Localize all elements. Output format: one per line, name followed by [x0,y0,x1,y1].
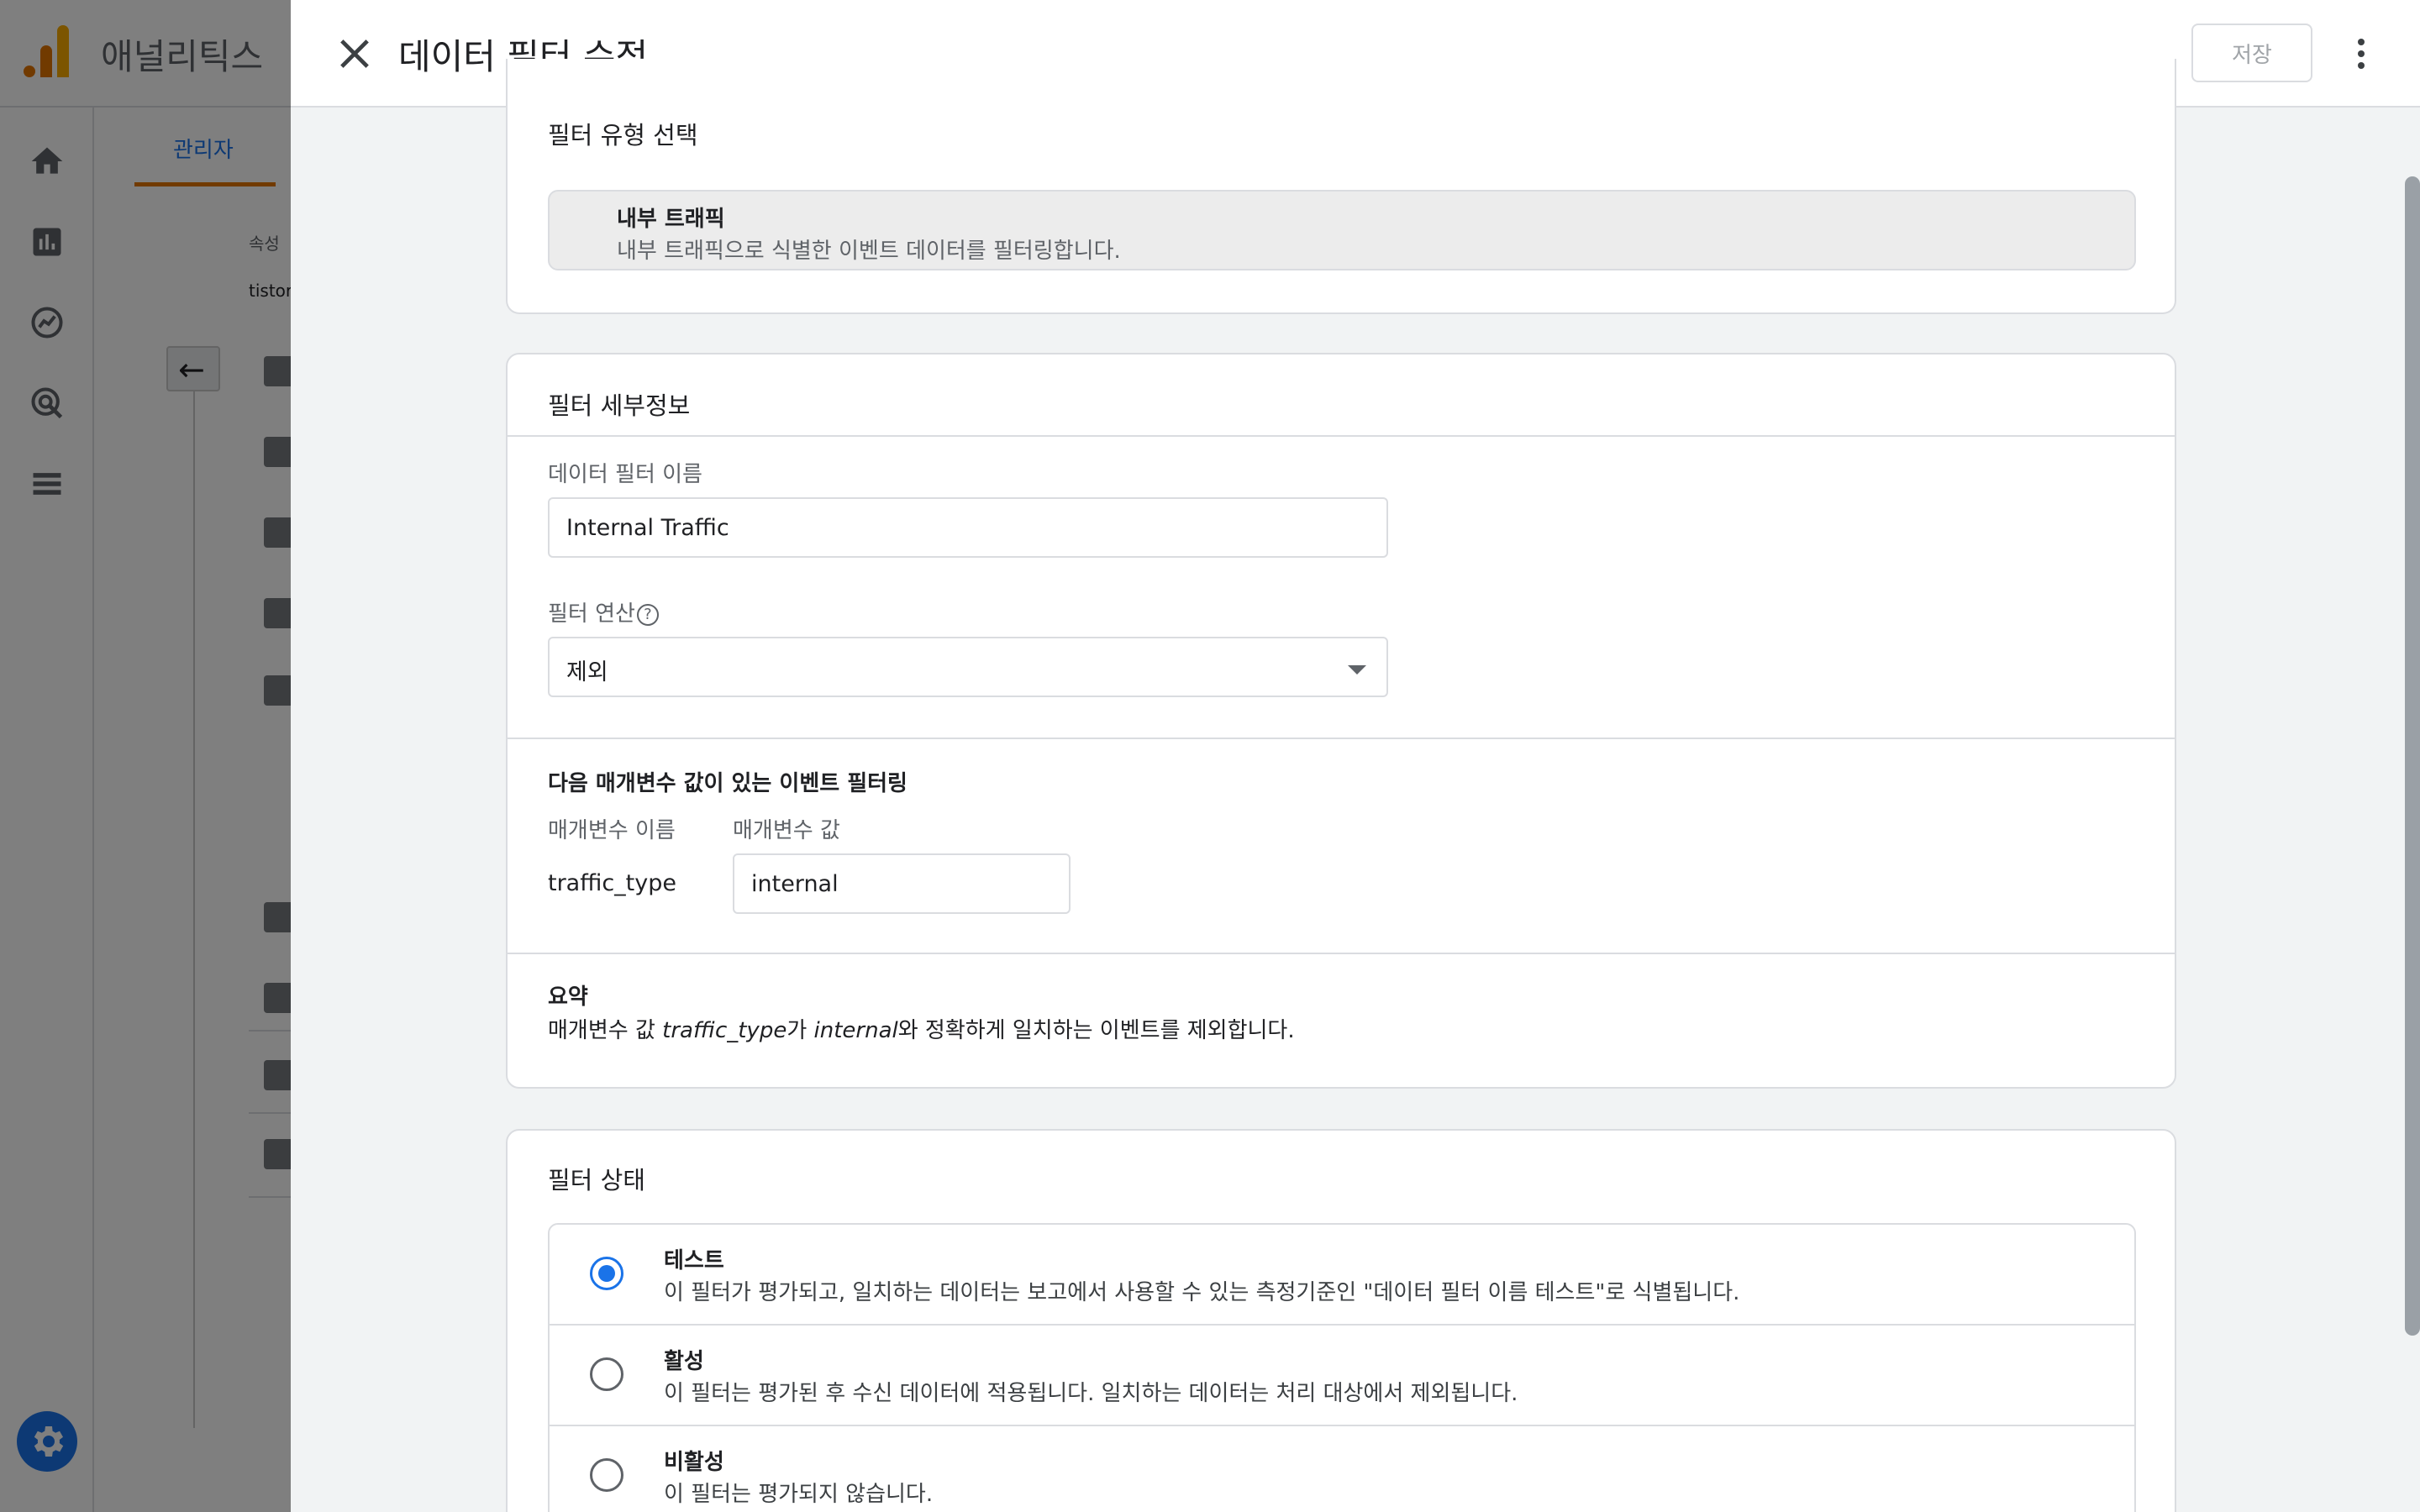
save-button[interactable]: 저장 [2191,24,2312,82]
summary-suffix: 와 정확하게 일치하는 이벤트를 제외합니다. [897,1018,1295,1043]
radio-button[interactable] [590,1357,623,1391]
close-button[interactable] [333,32,376,76]
dropdown-arrow-icon [1348,665,1366,675]
filter-state-heading: 필터 상태 [548,1166,645,1194]
radio-button-selected[interactable] [590,1257,623,1290]
divider [508,435,2175,437]
state-option-active[interactable]: 활성 이 필터는 평가된 후 수신 데이터에 적용됩니다. 일치하는 데이터는 … [550,1326,2134,1426]
filter-type-option-description: 내부 트래픽으로 식별한 이벤트 데이터를 필터링합니다. [617,239,1121,264]
filter-name-input[interactable] [548,497,1388,558]
filter-operation-select[interactable]: 제외 [548,637,1388,697]
filter-type-option-title: 내부 트래픽 [617,207,725,232]
parameter-filter-heading: 다음 매개변수 값이 있는 이벤트 필터링 [548,771,908,796]
parameter-value-input[interactable] [733,853,1071,914]
more-options-button[interactable] [2341,34,2381,74]
filter-state-card: 필터 상태 테스트 이 필터가 평가되고, 일치하는 데이터는 보고에서 사용할… [506,1129,2176,1512]
edit-data-filter-dialog: 데이터 필터 수정 저장 필터 유형 선택 내부 트래픽 내부 트래픽으로 식별… [291,0,2420,1512]
summary-param: traffic_type [662,1018,787,1043]
filter-operation-label-text: 필터 연산 [548,601,635,627]
divider [508,953,2175,954]
summary-mid: 가 [786,1018,814,1043]
divider [508,738,2175,739]
state-option-inactive[interactable]: 비활성 이 필터는 평가되지 않습니다. [550,1426,2134,1512]
state-option-title: 활성 [664,1349,704,1374]
state-option-description: 이 필터는 평가된 후 수신 데이터에 적용됩니다. 일치하는 데이터는 처리 … [664,1381,1518,1406]
scrollbar[interactable] [2405,176,2420,1336]
state-option-description: 이 필터가 평가되고, 일치하는 데이터는 보고에서 사용할 수 있는 측정기준… [664,1280,1740,1305]
filter-name-label: 데이터 필터 이름 [548,462,702,487]
filter-state-options: 테스트 이 필터가 평가되고, 일치하는 데이터는 보고에서 사용할 수 있는 … [548,1223,2136,1512]
parameter-name: traffic_type [548,870,676,896]
summary-prefix: 매개변수 값 [548,1018,663,1043]
filter-type-option-internal-traffic[interactable]: 내부 트래픽 내부 트래픽으로 식별한 이벤트 데이터를 필터링합니다. [548,190,2136,270]
filter-type-card: 필터 유형 선택 내부 트래픽 내부 트래픽으로 식별한 이벤트 데이터를 필터… [506,59,2176,314]
state-option-title: 비활성 [664,1450,724,1475]
filter-operation-label: 필터 연산? [548,596,659,627]
close-icon [340,39,369,68]
summary-heading: 요약 [548,984,588,1010]
parameter-value-label: 매개변수 값 [733,818,840,843]
state-option-test[interactable]: 테스트 이 필터가 평가되고, 일치하는 데이터는 보고에서 사용할 수 있는 … [550,1225,2134,1326]
summary-value: internal [813,1018,898,1043]
state-option-title: 테스트 [664,1248,724,1273]
help-icon[interactable]: ? [636,603,659,626]
filter-type-heading: 필터 유형 선택 [548,121,698,150]
filter-details-card: 필터 세부정보 데이터 필터 이름 필터 연산? 제외 다음 매개변수 값이 있… [506,353,2176,1089]
summary-text: 매개변수 값 traffic_type가 internal와 정확하게 일치하는… [548,1013,1295,1044]
radio-button[interactable] [590,1458,623,1492]
state-option-description: 이 필터는 평가되지 않습니다. [664,1482,934,1507]
filter-operation-value: 제외 [566,659,608,685]
parameter-name-label: 매개변수 이름 [548,818,676,843]
filter-details-heading: 필터 세부정보 [548,391,691,420]
